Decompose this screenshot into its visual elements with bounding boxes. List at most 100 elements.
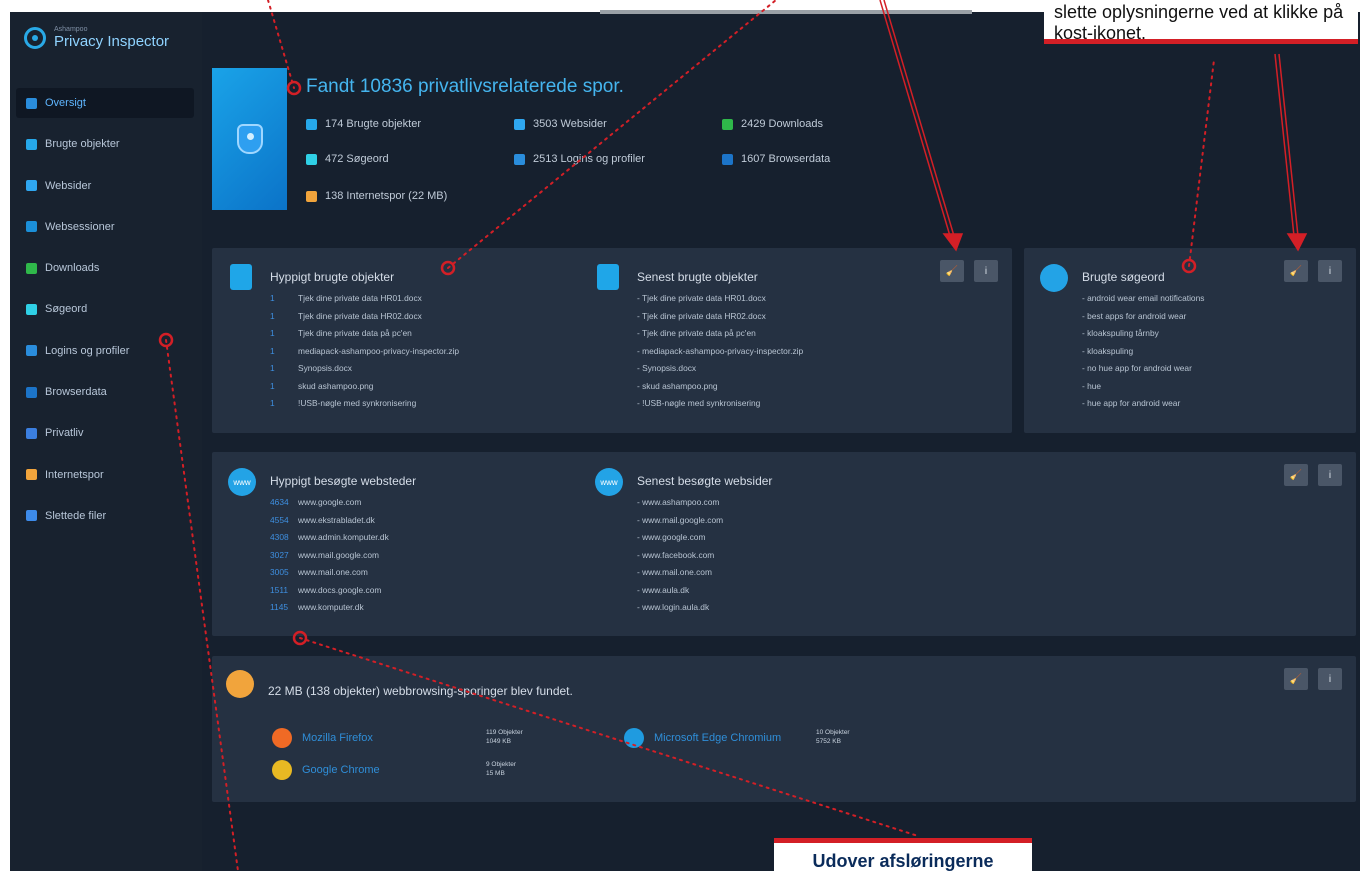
sidebar-item-label: Browserdata (45, 386, 107, 399)
list-item[interactable]: - !USB-nøgle med synkronisering (637, 395, 803, 413)
list-item[interactable]: - www.aula.dk (637, 582, 723, 600)
item-label: mediapack-ashampoo-privacy-inspector.zip (298, 345, 460, 356)
browser-firefox[interactable]: Mozilla Firefox (272, 728, 373, 748)
list-item[interactable]: - www.google.com (637, 529, 723, 547)
chrome-icon (272, 760, 292, 780)
list-item[interactable]: - hue app for android wear (1082, 395, 1204, 413)
clean-broom-button[interactable]: 🧹 (1284, 464, 1308, 486)
info-button[interactable]: i (974, 260, 998, 282)
sidebar-item-privatliv[interactable]: Privatliv (16, 418, 194, 448)
item-label: www.komputer.dk (298, 602, 364, 612)
search-icon (26, 303, 37, 315)
list-item[interactable]: - www.login.aula.dk (637, 599, 723, 617)
list-item[interactable]: 4634 www.google.com (270, 494, 389, 512)
list-item[interactable]: - hue (1082, 378, 1204, 396)
list-item[interactable]: - mediapack-ashampoo-privacy-inspector.z… (637, 343, 803, 361)
recent-objects-list: - Tjek dine private data HR01.docx - Tjek… (637, 290, 803, 413)
list-item[interactable]: 1 mediapack-ashampoo-privacy-inspector.zi… (270, 343, 459, 361)
frequent-websites-list: 4634 www.google.com 4554 www.ekstrabladet.d… (270, 494, 389, 617)
browser-icon (722, 153, 733, 165)
list-item[interactable]: 1 Tjek dine private data HR01.docx (270, 290, 459, 308)
stat-websites: 3503 Websider (514, 118, 607, 130)
sidebar-item-websessioner[interactable]: Websessioner (16, 212, 194, 242)
list-item[interactable]: - Tjek dine private data HR02.docx (637, 308, 803, 326)
app-title: Privacy Inspector (54, 33, 170, 50)
shield-icon (26, 427, 37, 439)
list-item[interactable]: - android wear email notifications (1082, 290, 1204, 308)
item-label: !USB-nøgle med synkronisering (298, 398, 417, 408)
list-item[interactable]: - best apps for android wear (1082, 308, 1204, 326)
chrome-meta: 9 Objekter 15 MB (486, 761, 516, 777)
list-item[interactable]: 1511 www.docs.google.com (270, 582, 389, 600)
sidebar-nav: Oversigt Brugte objekter Websider Websessio… (16, 88, 194, 542)
list-item[interactable]: 3005 www.mail.one.com (270, 564, 389, 582)
sidebar-item-label: Brugte objekter (45, 138, 120, 151)
item-label: www.ekstrabladet.dk (298, 514, 375, 525)
list-item[interactable]: 1 skud ashampoo.png (270, 378, 459, 396)
annotation-callout-top (600, 0, 972, 14)
list-item[interactable]: - Synopsis.docx (637, 360, 803, 378)
clean-broom-button[interactable]: 🧹 (1284, 668, 1308, 690)
sidebar-item-oversigt[interactable]: Oversigt (16, 88, 194, 118)
item-label: skud ashampoo.png (298, 380, 374, 391)
list-item[interactable]: 1 Synopsis.docx (270, 360, 459, 378)
sidebar-item-label: Websider (45, 179, 92, 192)
file-icon (306, 118, 317, 130)
list-item[interactable]: 4308 www.admin.komputer.dk (270, 529, 389, 547)
clean-broom-button[interactable]: 🧹 (940, 260, 964, 282)
download-icon (26, 262, 37, 274)
list-item[interactable]: - kloakspuling (1082, 343, 1204, 361)
item-label: Tjek dine private data på pc'en (298, 328, 412, 338)
list-item[interactable]: - www.ashampoo.com (637, 494, 723, 512)
list-item[interactable]: 1145 www.komputer.dk (270, 599, 389, 617)
list-item[interactable]: - www.mail.google.com (637, 512, 723, 530)
brand-label: Ashampoo (54, 26, 88, 33)
count-value: 4554 (270, 514, 289, 525)
sidebar-item-label: Oversigt (45, 97, 86, 109)
list-item[interactable]: - www.mail.one.com (637, 564, 723, 582)
session-icon (26, 221, 37, 233)
info-button[interactable]: i (1318, 260, 1342, 282)
sidebar-item-downloads[interactable]: Downloads (16, 253, 194, 283)
list-item[interactable]: - kloakspuling tårnby (1082, 325, 1204, 343)
sidebar-item-slettede-filer[interactable]: Slettede filer (16, 501, 194, 531)
www-globe-icon: www (228, 468, 256, 496)
list-item[interactable]: - no hue app for android wear (1082, 360, 1204, 378)
clean-broom-button[interactable]: 🧹 (1284, 260, 1308, 282)
download-icon (722, 118, 733, 130)
sidebar: Ashampoo Privacy Inspector Oversigt Brugt… (10, 12, 202, 871)
list-item[interactable]: 1 Tjek dine private data HR02.docx (270, 308, 459, 326)
summary-badge (212, 68, 287, 210)
list-item[interactable]: 4554 www.ekstrabladet.dk (270, 512, 389, 530)
edge-icon (624, 728, 644, 748)
sidebar-item-browserdata[interactable]: Browserdata (16, 377, 194, 407)
stage: Ashampoo Privacy Inspector Oversigt Brugt… (0, 0, 1362, 871)
sidebar-item-internetspor[interactable]: Internetspor (16, 460, 194, 490)
sidebar-item-websider[interactable]: Websider (16, 171, 194, 201)
browser-chrome[interactable]: Google Chrome (272, 760, 380, 780)
list-item[interactable]: - Tjek dine private data HR01.docx (637, 290, 803, 308)
item-label: Synopsis.docx (298, 363, 352, 373)
info-button[interactable]: i (1318, 668, 1342, 690)
app-window: Ashampoo Privacy Inspector Oversigt Brugt… (10, 12, 1360, 871)
list-item[interactable]: 1 !USB-nøgle med synkronisering (270, 395, 459, 413)
list-item[interactable]: 1 Tjek dine private data på pc'en (270, 325, 459, 343)
list-item[interactable]: - www.facebook.com (637, 547, 723, 565)
info-button[interactable]: i (1318, 464, 1342, 486)
list-item[interactable]: - skud ashampoo.png (637, 378, 803, 396)
list-item[interactable]: 3027 www.mail.google.com (270, 547, 389, 565)
browser-edge[interactable]: Microsoft Edge Chromium (624, 728, 781, 748)
sidebar-item-søgeord[interactable]: Søgeord (16, 294, 194, 324)
user-icon (514, 153, 525, 165)
recent-objects-title: Senest brugte objekter (637, 270, 758, 284)
count-value: 1145 (270, 602, 289, 612)
search-bubble-icon (1040, 264, 1068, 292)
globe-icon (514, 118, 525, 130)
sidebar-item-logins-og-profiler[interactable]: Logins og profiler (16, 336, 194, 366)
item-label: www.docs.google.com (298, 584, 382, 595)
sidebar-item-brugte-objekter[interactable]: Brugte objekter (16, 129, 194, 159)
stat-downloads: 2429 Downloads (722, 118, 823, 130)
sidebar-item-label: Privatliv (45, 427, 84, 440)
list-item[interactable]: - Tjek dine private data på pc'en (637, 325, 803, 343)
tracking-panel: 22 MB (138 objekter) webbrowsing-sporing… (212, 656, 1356, 802)
